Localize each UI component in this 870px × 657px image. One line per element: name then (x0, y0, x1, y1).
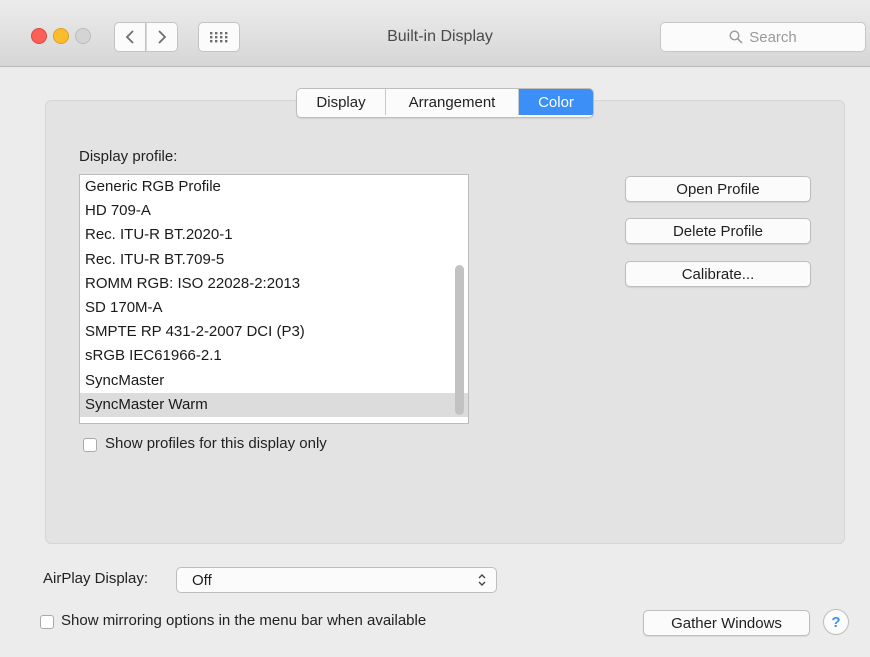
close-window-button[interactable] (31, 28, 47, 44)
zoom-window-button[interactable] (75, 28, 91, 44)
display-profile-label: Display profile: (79, 148, 178, 165)
chevron-left-icon (125, 30, 134, 44)
show-mirroring-label: Show mirroring options in the menu bar w… (61, 612, 427, 629)
window-title: Built-in Display (387, 28, 493, 45)
search-icon (729, 30, 743, 44)
airplay-display-value: Off (192, 571, 212, 589)
airplay-display-select[interactable]: Off (176, 567, 497, 593)
up-down-chevron-icon (478, 574, 486, 586)
profile-list[interactable]: Generic RGB Profile HD 709-A Rec. ITU-R … (79, 174, 469, 424)
help-button[interactable]: ? (823, 609, 849, 635)
list-item[interactable]: HD 709-A (80, 199, 468, 223)
gather-windows-button[interactable]: Gather Windows (643, 610, 810, 636)
list-item[interactable]: Rec. ITU-R BT.2020-1 (80, 223, 468, 247)
open-profile-button[interactable]: Open Profile (625, 176, 811, 202)
tab-color[interactable]: Color (519, 89, 593, 115)
help-icon: ? (831, 613, 841, 631)
list-item[interactable]: sRGB IEC61966-2.1 (80, 344, 468, 368)
show-all-button[interactable] (198, 22, 240, 52)
list-item[interactable]: SyncMaster (80, 369, 468, 393)
forward-button[interactable] (146, 22, 178, 52)
list-item[interactable]: Rec. ITU-R BT.709-5 (80, 248, 468, 272)
tab-bar: Display Arrangement Color (296, 88, 594, 118)
list-item-selected[interactable]: SyncMaster Warm (80, 392, 468, 417)
back-button[interactable] (114, 22, 146, 52)
delete-profile-button[interactable]: Delete Profile (625, 218, 811, 244)
title-bar: Built-in Display Search (0, 0, 870, 67)
list-item[interactable]: SD 170M-A (80, 296, 468, 320)
show-profiles-checkbox[interactable] (83, 438, 97, 452)
tab-arrangement[interactable]: Arrangement (386, 89, 519, 115)
search-placeholder: Search (749, 28, 797, 46)
search-field[interactable]: Search (660, 22, 866, 52)
list-item[interactable]: ROMM RGB: ISO 22028-2:2013 (80, 272, 468, 296)
show-mirroring-checkbox[interactable] (40, 615, 54, 629)
airplay-display-label: AirPlay Display: (43, 570, 149, 587)
chevron-right-icon (158, 30, 167, 44)
list-item[interactable]: SMPTE RP 431-2-2007 DCI (P3) (80, 320, 468, 344)
calibrate-button[interactable]: Calibrate... (625, 261, 811, 287)
list-scrollbar[interactable] (455, 265, 464, 415)
list-item[interactable]: Generic RGB Profile (80, 175, 468, 199)
tab-display[interactable]: Display (297, 89, 386, 115)
show-profiles-label: Show profiles for this display only (105, 435, 327, 452)
minimize-window-button[interactable] (53, 28, 69, 44)
preferences-window: Built-in Display Search Display Arrangem… (0, 0, 870, 657)
grid-icon (210, 32, 228, 43)
